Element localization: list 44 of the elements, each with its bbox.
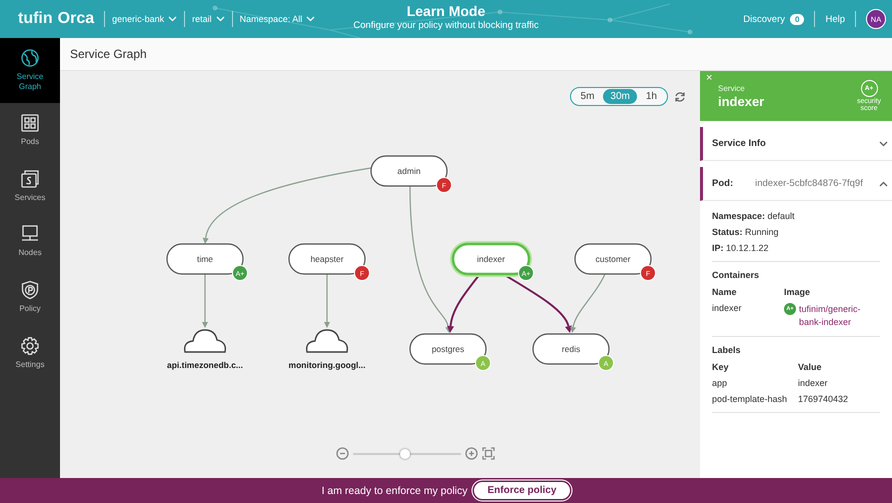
brand-logo: tufin <box>18 10 53 28</box>
image-link[interactable]: tufinim/generic-bank-indexer <box>799 303 880 328</box>
table-cell-text: indexer <box>798 378 829 388</box>
column-header: Value <box>798 362 823 372</box>
node-label: heapster <box>310 254 344 264</box>
detail-text: Namespace: default <box>712 211 796 221</box>
sidebar-item[interactable]: Nodes <box>0 214 60 270</box>
count-badge: 0 <box>790 14 804 24</box>
host-label: monitoring.googl... <box>288 360 366 370</box>
node-label: indexer <box>477 254 505 264</box>
sidebar-item[interactable]: Services <box>0 158 60 214</box>
product-name: Orca <box>58 10 94 28</box>
panel-title: indexer <box>718 94 764 108</box>
node-label: postgres <box>432 344 464 354</box>
table-cell-text: indexer <box>712 303 743 315</box>
section-heading: Labels <box>712 345 742 356</box>
sidebar-item[interactable]: Service Graph <box>0 38 60 104</box>
sidebar-item[interactable]: Policy <box>0 270 60 326</box>
node-label: customer <box>596 254 630 264</box>
section-header[interactable]: Service Info <box>700 127 892 161</box>
section-heading: Containers <box>712 270 760 280</box>
host-label: api.timezonedb.c... <box>166 360 244 370</box>
column-header: Name <box>712 287 738 297</box>
section-header[interactable]: Pod: indexer-5cbfc84876-7fq9f <box>700 167 892 201</box>
page-title: Service Graph <box>70 47 147 61</box>
sidebar-item[interactable]: Settings <box>0 326 60 382</box>
enforce-policy-button[interactable]: Enforce policy <box>474 482 570 499</box>
node-label: time <box>196 254 214 264</box>
table-cell-text: pod-template-hash <box>712 394 788 404</box>
panel-subtitle: Service <box>718 84 746 92</box>
time-range-tab[interactable]: 1h <box>638 89 664 104</box>
detail-text: Status: Running <box>712 227 780 237</box>
node-label: admin <box>397 166 421 176</box>
table-cell-text: app <box>712 378 728 388</box>
mode-title: Learn Mode <box>406 3 486 19</box>
table-cell-text: 1769740432 <box>798 394 850 404</box>
node-label: redis <box>562 344 580 354</box>
column-header: Image <box>784 287 812 297</box>
detail-text: IP: 10.12.1.22 <box>712 243 770 253</box>
sidebar-item[interactable]: Pods <box>0 103 60 159</box>
column-header: Key <box>712 362 730 372</box>
enforce-message: I am ready to enforce my policy <box>322 484 468 496</box>
time-range-tab[interactable]: 5m <box>574 89 602 104</box>
mode-subtitle: Configure your policy without blocking traffic <box>353 20 539 31</box>
